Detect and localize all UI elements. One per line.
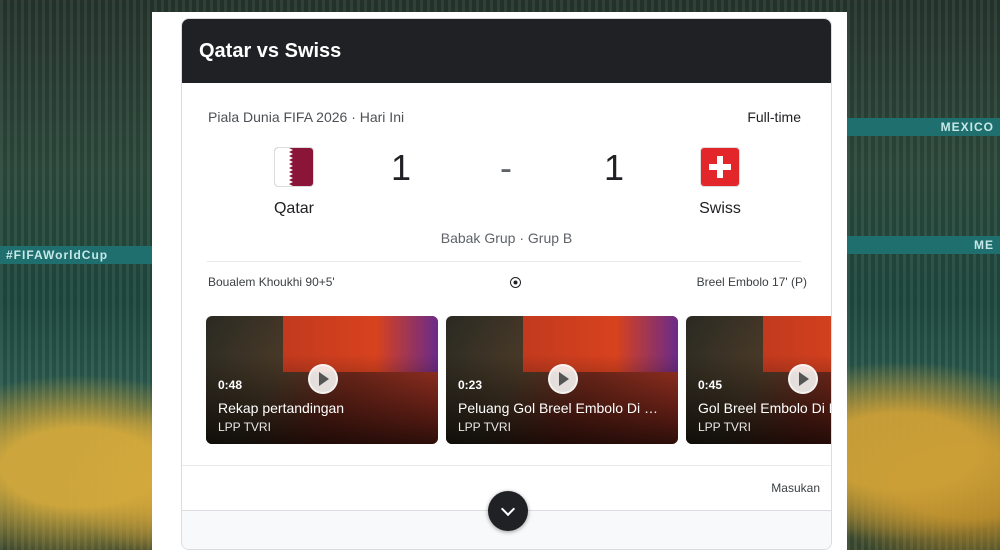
match-title: Qatar vs Swiss	[199, 39, 342, 62]
banner-left: #FIFAWorldCup	[0, 246, 152, 264]
home-scorer: Boualem Khoukhi 90+5'	[208, 275, 335, 289]
play-icon[interactable]	[308, 364, 338, 394]
video-title: Peluang Gol Breel Embolo Di …	[458, 400, 658, 416]
play-icon[interactable]	[548, 364, 578, 394]
video-source: LPP TVRI	[218, 420, 271, 434]
banner-right-2: ME	[847, 236, 1000, 254]
chevron-down-icon	[500, 501, 516, 517]
score-separator: -	[500, 147, 512, 188]
video-title: Rekap pertandingan	[218, 400, 345, 416]
play-icon[interactable]	[788, 364, 818, 394]
video-source: LPP TVRI	[698, 420, 751, 434]
video-card[interactable]: 0:45 Gol Breel Embolo Di M LPP TVRI	[686, 316, 831, 444]
video-source: LPP TVRI	[458, 420, 511, 434]
divider	[182, 465, 831, 466]
home-team[interactable]: Qatar	[234, 147, 354, 218]
match-header[interactable]: Qatar vs Swiss	[182, 19, 831, 83]
match-card: Qatar vs Swiss Piala Dunia FIFA 2026 · H…	[181, 18, 832, 550]
video-duration: 0:48	[218, 378, 243, 392]
home-score: 1	[391, 147, 412, 188]
match-stage: Babak Grup · Grup B	[440, 230, 573, 246]
video-duration: 0:23	[458, 378, 483, 392]
video-duration: 0:45	[698, 378, 723, 392]
away-team[interactable]: Swiss	[660, 147, 780, 218]
switzerland-flag-icon	[700, 147, 740, 187]
away-score: 1	[604, 147, 625, 188]
soccer-ball-icon	[510, 276, 522, 288]
expand-button[interactable]	[488, 491, 528, 531]
goal-scorers: Boualem Khoukhi 90+5' Breel Embolo 17' (…	[208, 275, 807, 289]
video-card[interactable]: 0:23 Peluang Gol Breel Embolo Di … LPP T…	[446, 316, 678, 444]
competition-label[interactable]: Piala Dunia FIFA 2026 · Hari Ini	[208, 109, 404, 125]
feedback-link[interactable]: Masukan	[771, 481, 820, 495]
qatar-flag-icon	[274, 147, 314, 187]
match-meta: Piala Dunia FIFA 2026 · Hari Ini Full-ti…	[208, 109, 801, 125]
away-scorer: Breel Embolo 17' (P)	[696, 275, 807, 289]
divider	[207, 261, 801, 262]
home-team-name: Qatar	[273, 200, 314, 217]
match-status: Full-time	[747, 109, 801, 125]
banner-right: MEXICO	[847, 118, 1000, 136]
video-title: Gol Breel Embolo Di M	[698, 400, 831, 416]
video-carousel: 0:48 Rekap pertandingan LPP TVRI 0:23 Pe…	[206, 316, 831, 444]
video-card[interactable]: 0:48 Rekap pertandingan LPP TVRI	[206, 316, 438, 444]
away-team-name: Swiss	[699, 200, 741, 217]
